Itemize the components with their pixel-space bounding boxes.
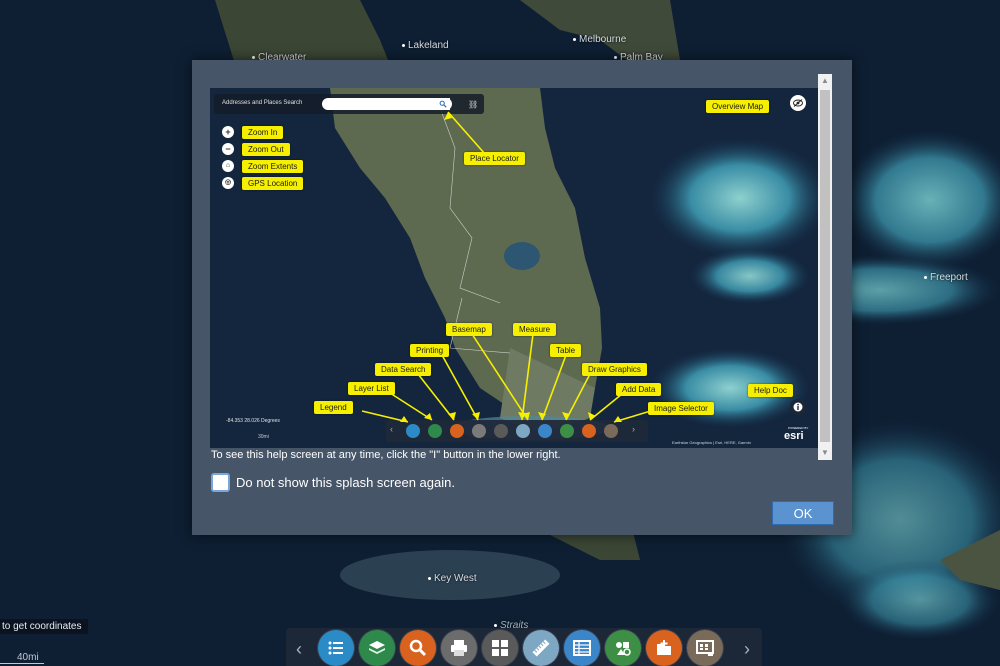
mini-layers-icon (428, 424, 442, 438)
callout-data-search: Data Search (375, 363, 432, 376)
gps-icon: ◎ (222, 177, 234, 189)
callout-add-data: Add Data (616, 383, 662, 396)
mini-basemap-icon (494, 424, 508, 438)
overview-map-eye-icon (790, 95, 806, 111)
link-icon: ⛓ (468, 100, 479, 109)
printer-icon (451, 640, 467, 656)
mini-left-arrow-icon: ‹ (390, 424, 393, 434)
splash-dialog: Addresses and Places Search ⛓ + − ⌂ ◎ Ov… (192, 60, 852, 535)
basemap-button[interactable] (482, 630, 518, 666)
home-icon: ⌂ (222, 160, 234, 172)
mini-printer-icon (472, 424, 486, 438)
mini-search-icon (450, 424, 464, 438)
coordinates-hint: to get coordinates (0, 619, 88, 634)
city-label-melbourne: Melbourne (572, 34, 627, 45)
mini-scale-label: 30mi (258, 434, 269, 440)
help-mini-toolbar: ‹ › (386, 420, 648, 442)
draw-graphics-button[interactable] (605, 630, 641, 666)
measure-button[interactable] (523, 630, 559, 666)
city-label-freeport: Freeport (924, 272, 968, 283)
toolbar-scroll-right-icon[interactable]: › (738, 640, 756, 658)
dont-show-again-label[interactable]: Do not show this splash screen again. (236, 475, 455, 490)
toolbar-scroll-left-icon[interactable]: ‹ (290, 640, 308, 658)
search-icon (409, 639, 427, 657)
callout-draw-graphics: Draw Graphics (582, 363, 647, 376)
callout-image-selector: Image Selector (648, 402, 714, 415)
printing-button[interactable] (441, 630, 477, 666)
mini-measure-icon (516, 424, 530, 438)
draw-graphics-icon (616, 642, 631, 656)
zoom-in-icon: + (222, 126, 234, 138)
mini-add-data-icon (582, 424, 596, 438)
help-map-image (210, 88, 818, 448)
search-bar-label: Addresses and Places Search (222, 100, 303, 106)
scroll-up-icon[interactable]: ▲ (818, 74, 832, 88)
callout-overview-map: Overview Map (706, 100, 770, 113)
address-search-input (322, 98, 450, 110)
dont-show-again-row[interactable]: Do not show this splash screen again. (211, 472, 455, 492)
basemap-grid-icon (492, 640, 508, 656)
image-selector-button[interactable] (687, 630, 723, 666)
table-button[interactable] (564, 630, 600, 666)
measure-ruler-icon (532, 639, 550, 657)
search-icon (439, 100, 447, 108)
callout-zoom-out: Zoom Out (242, 143, 290, 156)
scale-bar-label: 40mi (17, 652, 39, 663)
callout-help-doc: Help Doc (748, 384, 793, 397)
callout-zoom-extents: Zoom Extents (242, 160, 304, 173)
mini-legend-icon (406, 424, 420, 438)
layers-icon (369, 641, 385, 654)
mini-table-icon (538, 424, 552, 438)
scale-bar (0, 663, 44, 664)
legend-list-icon (328, 641, 343, 655)
zoom-out-icon: − (222, 143, 234, 155)
callout-layer-list: Layer List (348, 382, 395, 395)
help-instruction-text: To see this help screen at any time, cli… (211, 449, 561, 461)
scroll-thumb[interactable] (820, 90, 830, 442)
callout-gps-location: GPS Location (242, 177, 304, 190)
bottom-toolbar: ‹ › (286, 628, 762, 666)
help-info-icon (790, 399, 806, 415)
callout-measure: Measure (513, 323, 557, 336)
splash-scrollbar[interactable]: ▲ ▼ (818, 74, 832, 460)
table-icon (573, 640, 591, 656)
mini-right-arrow-icon: › (632, 424, 635, 434)
callout-table: Table (550, 344, 582, 357)
add-data-icon (657, 640, 671, 655)
scroll-down-icon[interactable]: ▼ (818, 446, 832, 460)
legend-button[interactable] (318, 630, 354, 666)
callout-legend: Legend (314, 401, 353, 414)
esri-logo: esri (784, 430, 804, 442)
city-label-lakeland: Lakeland (402, 40, 449, 51)
dont-show-again-checkbox[interactable] (211, 472, 230, 492)
layer-list-button[interactable] (359, 630, 395, 666)
help-screenshot: Addresses and Places Search ⛓ + − ⌂ ◎ Ov… (210, 88, 818, 448)
callout-printing: Printing (410, 344, 450, 357)
image-selector-icon (696, 640, 714, 656)
mini-draw-icon (560, 424, 574, 438)
splash-scroll-area[interactable]: Addresses and Places Search ⛓ + − ⌂ ◎ Ov… (210, 74, 834, 460)
mini-coordinates-readout: -84.353 28.026 Degrees (226, 418, 280, 424)
callout-basemap: Basemap (446, 323, 492, 336)
callout-place-locator: Place Locator (464, 152, 525, 165)
address-search-bar: Addresses and Places Search ⛓ (214, 94, 484, 114)
ok-button[interactable]: OK (772, 501, 834, 525)
address-search-button (434, 98, 452, 110)
data-search-button[interactable] (400, 630, 436, 666)
city-label-key-west: Key West (428, 573, 477, 584)
callout-zoom-in: Zoom In (242, 126, 284, 139)
mini-image-selector-icon (604, 424, 618, 438)
map-attribution: Earthstar Geographics | Esri, HERE, Garm… (672, 440, 751, 445)
add-data-button[interactable] (646, 630, 682, 666)
